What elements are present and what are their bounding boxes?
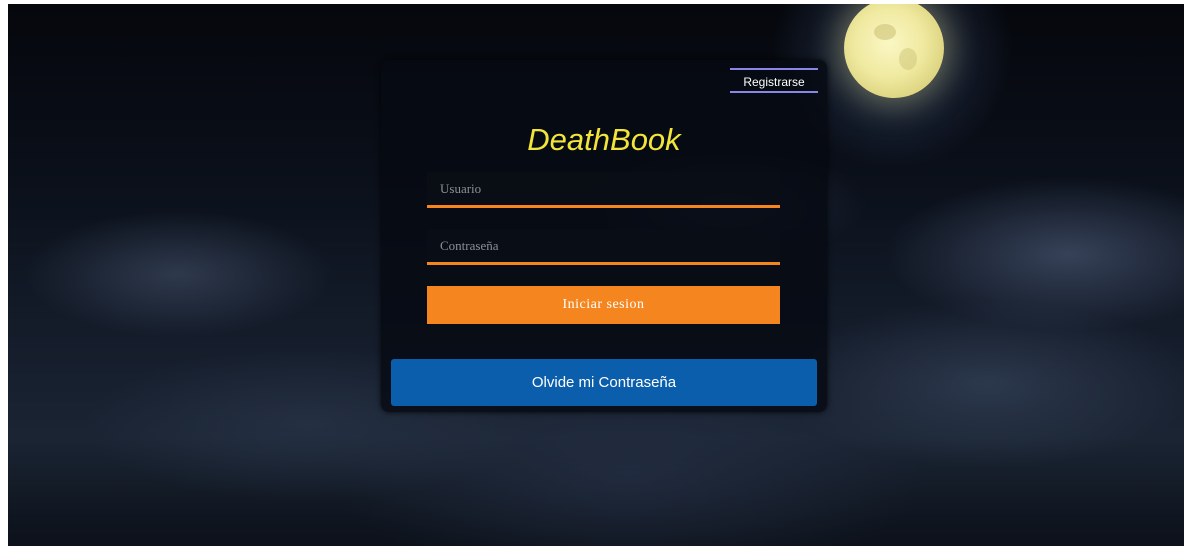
username-input[interactable] [427,172,780,208]
register-button[interactable]: Registrarse [730,68,818,93]
moon-icon [844,4,944,98]
brand-title: DeathBook [527,122,681,157]
login-panel: Registrarse DeathBook Iniciar sesion Olv… [381,60,827,412]
login-button[interactable]: Iniciar sesion [427,286,780,324]
password-input[interactable] [427,229,780,265]
login-page-background: Registrarse DeathBook Iniciar sesion Olv… [8,4,1184,546]
forgot-password-button[interactable]: Olvide mi Contraseña [391,359,817,406]
